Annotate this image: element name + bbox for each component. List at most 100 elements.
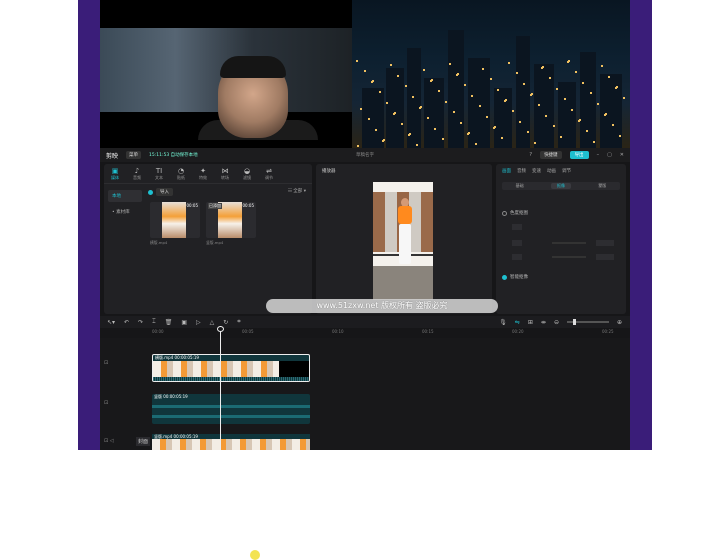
playhead-handle[interactable] (217, 326, 224, 332)
clip-thumbnail (162, 202, 186, 238)
import-button[interactable]: 导入 (148, 188, 173, 196)
attribute-subtab[interactable]: 抠像 (550, 183, 571, 189)
tool-icon: ⇌ (266, 166, 272, 175)
tool-tab[interactable]: ◔ 贴纸 (170, 164, 192, 183)
color-swatch[interactable] (512, 224, 522, 230)
window-light (553, 125, 555, 127)
window-light (519, 121, 521, 123)
main-video-clip[interactable]: 横版.mp4 00:00:05:19 (152, 354, 310, 382)
window-light (364, 70, 366, 72)
crop-icon[interactable]: ⌗ (237, 318, 240, 326)
bottom-video-clip[interactable]: 竖版.mp4 00:00:05:19 (152, 434, 310, 450)
window-light (464, 84, 466, 86)
mirror-icon[interactable]: △ (210, 319, 215, 326)
window-light (434, 128, 436, 130)
overlay-clip[interactable]: 竖版 00:00:05:19 (152, 394, 310, 424)
window-light (409, 133, 411, 135)
tool-tab[interactable]: ⋈ 转场 (214, 164, 236, 183)
window-light (471, 95, 473, 97)
window-light (623, 97, 625, 99)
play-icon[interactable]: ▷ (196, 319, 201, 326)
close-icon[interactable]: ✕ (620, 152, 624, 158)
shadow-value[interactable] (596, 254, 614, 260)
preview-axis-icon[interactable]: ⇹ (541, 319, 546, 326)
window-light (516, 72, 518, 74)
tool-tab[interactable]: ◒ 滤镜 (236, 164, 258, 183)
microphone-icon[interactable]: 🎙 (499, 319, 507, 326)
media-clip[interactable]: 00:05 (150, 202, 200, 238)
tool-tab[interactable]: ⇌ 调节 (258, 164, 280, 183)
freeze-icon[interactable]: ▣ (181, 319, 187, 326)
sidebar-item-local[interactable]: 本地 (108, 190, 142, 202)
intensity-slider[interactable] (552, 242, 586, 244)
window-light (501, 137, 503, 139)
attribute-tab[interactable]: 调节 (562, 168, 571, 174)
help-icon[interactable]: ? (529, 152, 532, 158)
tool-tab[interactable]: ▣ 媒体 (104, 164, 126, 183)
tool-label: 转场 (221, 174, 229, 180)
project-title[interactable]: 草稿名字 (356, 152, 374, 158)
plus-icon (148, 189, 153, 195)
filter-dropdown[interactable]: ☷ 全部 ▾ (288, 188, 306, 194)
tool-label: 文本 (155, 174, 163, 180)
preview-frame[interactable] (373, 182, 433, 300)
cover-button[interactable]: 封面 (136, 437, 151, 446)
attribute-subtab[interactable]: 基础 (516, 183, 524, 189)
link-icon[interactable]: ⇋ (515, 319, 520, 326)
rotate-icon[interactable]: ↻ (223, 319, 228, 326)
select-tool-icon[interactable]: ↖▾ (107, 319, 115, 326)
track-lock-icon[interactable]: ⊡ (104, 400, 150, 406)
window-light (449, 63, 451, 65)
redo-icon[interactable]: ↷ (138, 319, 143, 326)
zoom-slider[interactable] (566, 319, 609, 325)
delete-icon[interactable]: 🗑 (165, 319, 173, 326)
tool-icon: ✦ (200, 166, 206, 175)
zoom-in-icon[interactable]: ⊕ (617, 319, 622, 326)
chroma-key-option[interactable]: 色度抠图 (502, 210, 528, 216)
right-frame-border (630, 0, 652, 450)
tool-tab[interactable]: TI 文本 (148, 164, 170, 183)
tool-icon: ◒ (243, 166, 251, 175)
split-icon[interactable]: ⌶ (152, 318, 156, 326)
track-lock-icon[interactable]: ⊡ (104, 360, 150, 366)
export-button[interactable]: 导出 (569, 151, 589, 159)
shadow-row (512, 254, 616, 260)
window-light (593, 141, 595, 143)
smart-cutout-label: 智能抠像 (510, 275, 528, 280)
tool-tab[interactable]: ✦ 特效 (192, 164, 214, 183)
attribute-tab[interactable]: 变速 (532, 168, 541, 174)
media-clip[interactable]: 已添加 00:05 (206, 202, 256, 238)
smart-cutout-checkbox[interactable] (502, 274, 507, 280)
skyline-building (558, 82, 576, 148)
window-light (597, 103, 599, 105)
sidebar-item-library[interactable]: • 素材库 (108, 206, 142, 218)
attribute-tab[interactable]: 动画 (547, 168, 556, 174)
menu-button[interactable]: 菜单 (126, 151, 142, 159)
zoom-out-icon[interactable]: ⊖ (554, 319, 559, 326)
maximize-icon[interactable]: ▢ (607, 152, 612, 158)
window-light (571, 109, 573, 111)
attribute-tab[interactable]: 音频 (517, 168, 526, 174)
window-light (579, 119, 581, 121)
tool-tab[interactable]: ♪ 音频 (126, 164, 148, 183)
window-light (575, 71, 577, 73)
attribute-tab[interactable]: 画面 (502, 168, 511, 174)
clip-duration: 00:05 (242, 203, 254, 208)
tool-label: 特效 (199, 174, 207, 180)
window-light (479, 105, 481, 107)
minimize-icon[interactable]: – (597, 152, 600, 158)
shortcut-button[interactable]: 快捷键 (540, 151, 562, 159)
smart-cutout-option[interactable]: 智能抠像 (502, 274, 528, 280)
clip-name: 横版.mp4 (150, 240, 168, 245)
skyline-building (580, 52, 596, 148)
intensity-value[interactable] (596, 240, 614, 246)
chroma-key-checkbox[interactable] (502, 210, 507, 216)
shadow-slider[interactable] (552, 256, 586, 258)
skyline-building (448, 30, 464, 148)
attribute-subtab[interactable]: 蒙版 (598, 183, 606, 189)
attribute-subtabs: 基础 抠像 蒙版 (502, 182, 620, 190)
window-light (386, 102, 388, 104)
snap-icon[interactable]: ⊞ (528, 319, 533, 326)
undo-icon[interactable]: ↶ (124, 319, 129, 326)
playhead[interactable] (220, 326, 221, 450)
